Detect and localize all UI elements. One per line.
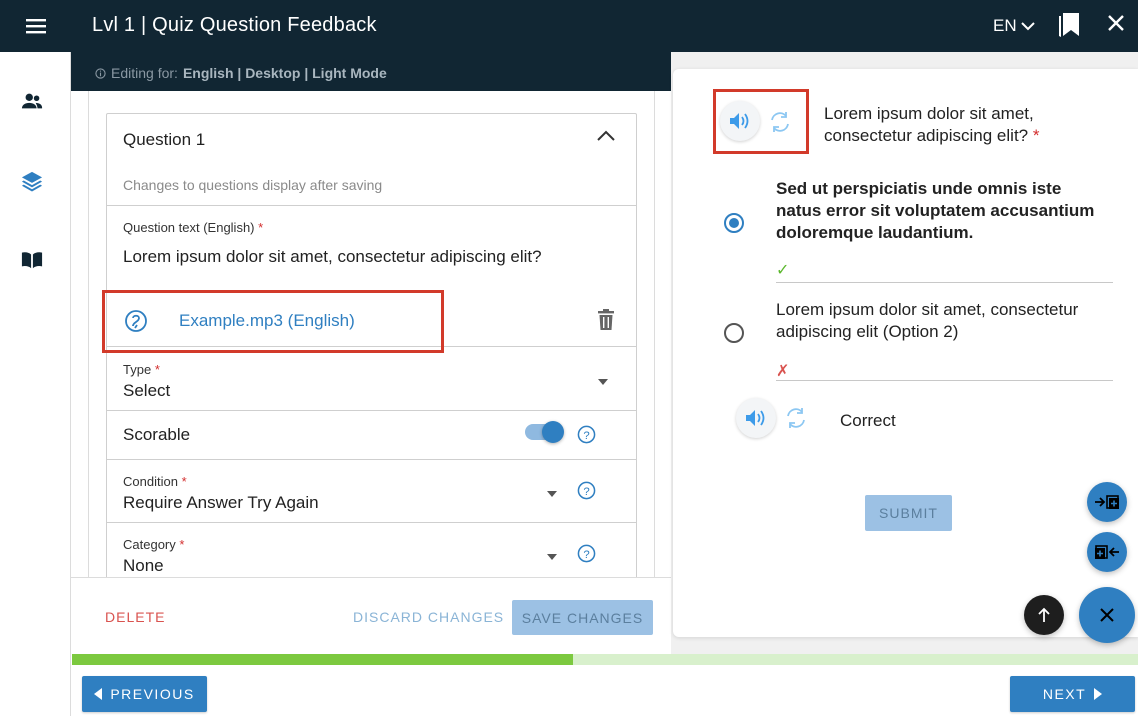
option-radio-2[interactable] (724, 323, 744, 343)
menu-button[interactable] (0, 0, 71, 52)
footer-nav: PREVIOUS NEXT (71, 665, 1138, 716)
previous-button[interactable]: PREVIOUS (82, 676, 207, 712)
next-button[interactable]: NEXT (1010, 676, 1135, 712)
incorrect-mark: ✗ (776, 363, 790, 380)
language-selector[interactable]: EN (993, 16, 1035, 36)
arrow-left-add-icon (1095, 545, 1119, 559)
editor-actions: DELETE DISCARD CHANGES SAVE CHANGES (71, 577, 671, 654)
close-icon[interactable] (1107, 14, 1125, 32)
close-icon (1100, 608, 1114, 622)
progress-fill (72, 654, 574, 665)
scroll-top-button[interactable] (1024, 595, 1064, 635)
nav-rail (0, 0, 71, 716)
help-icon[interactable]: ? (577, 481, 596, 500)
divider (107, 459, 636, 460)
play-audio-button[interactable] (720, 101, 760, 141)
delete-button[interactable]: DELETE (105, 609, 165, 625)
help-icon[interactable]: ? (577, 425, 596, 444)
info-icon (95, 67, 106, 79)
users-icon[interactable] (21, 90, 43, 112)
caret-right-icon (1094, 688, 1103, 700)
category-label: Category * (123, 537, 185, 552)
question-text-label: Question text (English) * (123, 220, 264, 235)
scorable-toggle[interactable] (525, 421, 564, 443)
editing-context-bar: Editing for: English | Desktop | Light M… (71, 52, 671, 91)
arrow-right-add-icon (1095, 495, 1119, 509)
condition-select[interactable]: Require Answer Try Again (123, 493, 319, 513)
svg-text:?: ? (583, 549, 589, 561)
language-code: EN (993, 16, 1017, 35)
divider (107, 410, 636, 411)
scrollbar-track[interactable] (654, 91, 655, 577)
dropdown-arrow-icon[interactable] (546, 553, 558, 561)
previous-label: PREVIOUS (110, 686, 195, 702)
speaker-icon (746, 410, 765, 426)
insert-after-button[interactable] (1087, 482, 1127, 522)
question-heading: Question 1 (123, 130, 206, 149)
feedback-audio-button[interactable] (736, 398, 776, 438)
question-text-input[interactable]: Lorem ipsum dolor sit amet, consectetur … (123, 247, 542, 267)
chevron-down-icon (1020, 22, 1035, 31)
condition-label: Condition * (123, 474, 187, 489)
question-preview: Lorem ipsum dolor sit amet, consectetur … (673, 69, 1138, 637)
scorable-label: Scorable (123, 425, 191, 444)
divider (776, 282, 1113, 283)
submit-button[interactable]: SUBMIT (865, 495, 952, 531)
save-hint: Changes to questions display after savin… (123, 177, 383, 193)
type-select[interactable]: Select (123, 381, 170, 401)
svg-text:?: ? (583, 486, 589, 498)
svg-text:?: ? (583, 430, 589, 442)
divider (107, 522, 636, 523)
category-select[interactable]: None (123, 556, 164, 576)
speaker-icon (730, 113, 749, 129)
arrow-up-icon (1038, 607, 1050, 622)
layers-icon[interactable] (21, 170, 43, 192)
replay-icon[interactable] (767, 109, 793, 135)
close-fab-button[interactable] (1079, 587, 1135, 643)
insert-before-button[interactable] (1087, 532, 1127, 572)
chevron-up-icon[interactable] (597, 130, 615, 142)
toggle-knob (542, 421, 564, 443)
trash-icon[interactable] (597, 309, 615, 331)
audio-file-link[interactable]: Example.mp3 (English) (179, 311, 355, 331)
menu-icon (25, 19, 46, 34)
correct-mark: ✓ (776, 262, 790, 279)
replay-icon[interactable] (783, 405, 809, 431)
feedback-text: Correct (840, 411, 896, 430)
divider (107, 346, 636, 347)
help-icon[interactable]: ? (577, 544, 596, 563)
book-icon[interactable] (21, 249, 43, 271)
question-card: Question 1 Changes to questions display … (106, 113, 637, 577)
dropdown-arrow-icon[interactable] (597, 378, 609, 386)
editing-prefix: Editing for: (111, 65, 178, 81)
bookmarks-icon[interactable] (1058, 12, 1080, 38)
progress-bar (72, 654, 1138, 665)
option-text-1[interactable]: Sed ut perspiciatis unde omnis iste natu… (776, 178, 1096, 244)
top-bar: Lvl 1 | Quiz Question Feedback EN (71, 0, 1138, 52)
type-label: Type * (123, 362, 160, 377)
audio-file-icon (125, 310, 147, 332)
preview-question: Lorem ipsum dolor sit amet, consectetur … (824, 104, 1040, 145)
question-editor: Question 1 Changes to questions display … (71, 91, 671, 577)
editing-context: English | Desktop | Light Mode (182, 65, 387, 81)
next-label: NEXT (1042, 686, 1087, 702)
option-radio-1[interactable] (724, 213, 744, 233)
discard-changes-button[interactable]: DISCARD CHANGES (353, 609, 504, 625)
dropdown-arrow-icon[interactable] (546, 490, 558, 498)
caret-left-icon (94, 688, 103, 700)
divider (107, 205, 636, 206)
divider (88, 91, 89, 577)
question-card-header[interactable]: Question 1 Changes to questions display … (107, 114, 636, 205)
divider (776, 380, 1113, 381)
save-changes-button[interactable]: SAVE CHANGES (512, 600, 653, 635)
page-title: Lvl 1 | Quiz Question Feedback (92, 14, 377, 36)
option-text-2[interactable]: Lorem ipsum dolor sit amet, consectetur … (776, 299, 1096, 343)
